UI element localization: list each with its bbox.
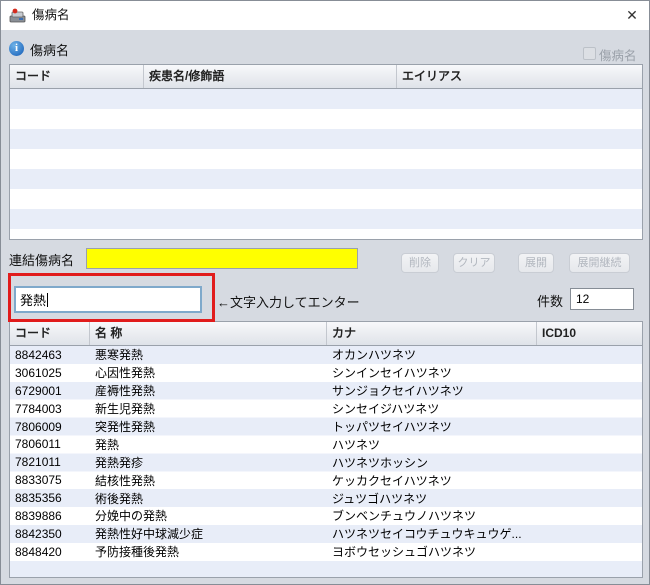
table-cell: ジュツゴハツネツ xyxy=(332,491,428,506)
table-row[interactable]: 7784003 新生児発熱 シンセイジハツネツ xyxy=(10,400,642,418)
table-cell: 8842350 xyxy=(15,526,62,541)
table-row[interactable]: 8842463 悪寒発熱 オカンハツネツ xyxy=(10,346,642,364)
table-cell: 産褥性発熱 xyxy=(95,384,156,399)
table-cell: 7806009 xyxy=(15,419,62,434)
table-cell: サンジョクセイハツネツ xyxy=(332,384,464,399)
input-hint-text: ←文字入力してエンター xyxy=(217,295,360,310)
table-row[interactable]: 8833075 結核性発熱 ケッカクセイハツネツ xyxy=(10,471,642,489)
close-icon[interactable]: ✕ xyxy=(615,1,649,30)
text-caret xyxy=(47,292,49,307)
table-cell: 発熱 xyxy=(95,437,120,452)
table-cell: 6729001 xyxy=(15,383,62,398)
table-cell: 8848420 xyxy=(15,544,62,559)
expand-continue-button[interactable]: 展開継続 xyxy=(569,253,630,273)
column-header-disease[interactable]: 疾患名/修飾語 xyxy=(144,65,397,88)
table-cell: 突発性発熱 xyxy=(95,420,156,434)
clear-button[interactable]: クリア xyxy=(453,253,495,273)
table-cell: トッパツセイハツネツ xyxy=(332,420,452,434)
count-input[interactable] xyxy=(570,288,634,310)
column-header-kana[interactable]: カナ xyxy=(327,322,537,345)
table-cell: 8839886 xyxy=(15,508,62,523)
table-cell: ヨボウセッシュゴハツネツ xyxy=(332,545,477,560)
table-row[interactable]: 8835356 術後発熱 ジュツゴハツネツ xyxy=(10,489,642,507)
table-cell: ハツネツセイコウチュウキュウゲ... xyxy=(332,527,522,542)
table-cell: オカンハツネツ xyxy=(332,348,417,363)
table-row[interactable]: 8848420 予防接種後発熱 ヨボウセッシュゴハツネツ xyxy=(10,543,642,561)
search-result-table: コード 名 称 カナ ICD10 8842463 悪寒発熱 オカンハツネツ 30610… xyxy=(9,321,643,578)
disease-name-checkbox[interactable] xyxy=(583,47,596,60)
table-row[interactable]: 3061025 心因性発熱 シンインセイハツネツ xyxy=(10,364,642,382)
table-cell: ハツネツ xyxy=(332,437,381,452)
table-cell: 発熱性好中球減少症 xyxy=(95,527,204,542)
table-row[interactable]: 7821011 発熱発疹 ハツネツホッシン xyxy=(10,453,642,471)
table-cell: 3061025 xyxy=(15,365,62,380)
selected-disease-table-body[interactable] xyxy=(10,89,642,239)
table-cell: 7806011 xyxy=(15,437,61,452)
column-header-name[interactable]: 名 称 xyxy=(90,322,327,345)
table-cell: シンセイジハツネツ xyxy=(332,402,440,417)
table-row[interactable]: 8839886 分娩中の発熱 ブンベンチュウノハツネツ xyxy=(10,507,642,525)
disease-name-window: 傷病名 ✕ i 傷病名 傷病名 コード 疾患名/修飾語 エイリアス 連結傷病名 … xyxy=(0,0,650,585)
table-cell: 術後発熱 xyxy=(95,491,144,506)
column-header-icd10[interactable]: ICD10 xyxy=(537,322,642,345)
count-label: 件数 xyxy=(537,294,564,309)
selected-disease-table: コード 疾患名/修飾語 エイリアス xyxy=(9,64,643,240)
search-input[interactable]: 発熱 xyxy=(14,286,202,313)
linked-disease-input[interactable] xyxy=(86,248,358,269)
disease-name-checkbox-label: 傷病名 xyxy=(599,49,637,63)
column-header-code[interactable]: コード xyxy=(10,322,90,345)
table-row[interactable]: 8842350 発熱性好中球減少症 ハツネツセイコウチュウキュウゲ... xyxy=(10,525,642,543)
delete-button[interactable]: 削除 xyxy=(401,253,439,273)
table-cell: 悪寒発熱 xyxy=(95,348,144,363)
table-cell: 結核性発熱 xyxy=(95,473,156,488)
table-cell: 8842463 xyxy=(15,347,62,362)
table-cell: 7821011 xyxy=(15,455,61,470)
table-cell: シンインセイハツネツ xyxy=(332,366,452,381)
table-cell: 予防接種後発熱 xyxy=(95,545,180,560)
table-cell: ハツネツホッシン xyxy=(332,455,429,470)
table-row[interactable]: 6729001 産褥性発熱 サンジョクセイハツネツ xyxy=(10,382,642,400)
section-title: 傷病名 xyxy=(30,43,70,58)
search-result-table-header: コード 名 称 カナ ICD10 xyxy=(10,322,642,346)
expand-button[interactable]: 展開 xyxy=(518,253,554,273)
table-cell: 発熱発疹 xyxy=(95,455,144,470)
table-cell: 8833075 xyxy=(15,473,62,488)
window-title: 傷病名 xyxy=(32,8,70,22)
table-cell: 7784003 xyxy=(15,401,62,416)
title-bar: 傷病名 ✕ xyxy=(1,1,649,30)
table-row[interactable]: 7806011 発熱 ハツネツ xyxy=(10,435,642,453)
column-header-code[interactable]: コード xyxy=(10,65,144,88)
table-cell: 心因性発熱 xyxy=(95,366,156,381)
info-icon: i xyxy=(9,41,24,56)
table-cell: 分娩中の発熱 xyxy=(95,509,168,524)
result-table-body: 8842463 悪寒発熱 オカンハツネツ 3061025 心因性発熱 シンインセイハツネツ… xyxy=(10,346,642,577)
linked-disease-label: 連結傷病名 xyxy=(9,253,75,268)
table-cell: 新生児発熱 xyxy=(95,402,156,417)
search-input-value: 発熱 xyxy=(20,293,47,308)
table-cell: 8835356 xyxy=(15,491,62,506)
selected-disease-table-header: コード 疾患名/修飾語 エイリアス xyxy=(10,65,642,89)
table-cell: ケッカクセイハツネツ xyxy=(332,473,452,488)
table-row[interactable]: 7806009 突発性発熱 トッパツセイハツネツ xyxy=(10,418,642,436)
app-icon xyxy=(9,8,26,23)
table-cell: ブンベンチュウノハツネツ xyxy=(332,509,477,524)
column-header-alias[interactable]: エイリアス xyxy=(397,65,642,88)
